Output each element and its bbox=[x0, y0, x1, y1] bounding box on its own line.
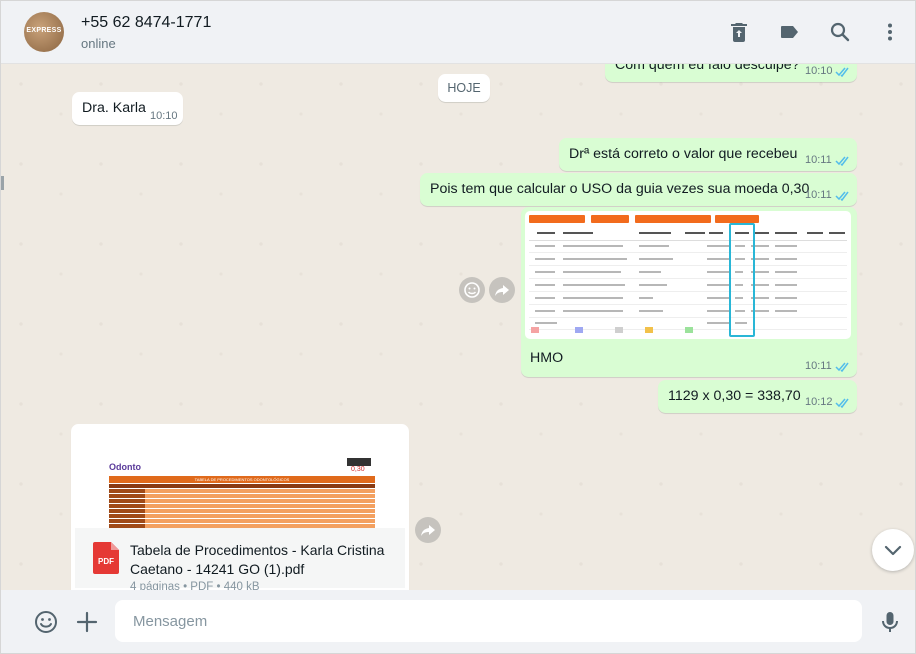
legend-swatch bbox=[575, 327, 583, 333]
pdf-icon-label: PDF bbox=[98, 557, 114, 566]
chat-header: EXPRESS +55 62 8474-1771 online bbox=[1, 1, 915, 64]
message-time: 10:10 bbox=[150, 110, 178, 122]
read-ticks-icon bbox=[835, 397, 851, 408]
preview-rows bbox=[109, 489, 375, 528]
contact-status: online bbox=[81, 36, 116, 51]
table-button-image bbox=[635, 215, 711, 223]
legend-swatch bbox=[645, 327, 653, 333]
message-time: 10:11 bbox=[805, 154, 832, 166]
search-icon[interactable] bbox=[828, 20, 852, 44]
attach-plus-icon[interactable] bbox=[74, 609, 100, 635]
avatar-logo-text: EXPRESS bbox=[26, 27, 62, 34]
message-text: Dra. Karla bbox=[82, 100, 146, 116]
table-row bbox=[529, 267, 847, 279]
read-ticks-icon bbox=[835, 155, 851, 166]
table-row bbox=[529, 306, 847, 318]
table-row bbox=[529, 254, 847, 266]
table-row bbox=[529, 293, 847, 305]
message-text: Com quem eu falo desculpe? bbox=[615, 64, 800, 73]
table-button-image bbox=[529, 215, 585, 223]
document-card[interactable]: PDF Tabela de Procedimentos - Karla Cris… bbox=[75, 528, 405, 590]
table-header-image bbox=[529, 226, 847, 241]
message-incoming-document[interactable]: Odonto 0,30 TABELA DE PROCEDIMENTOS ODON… bbox=[71, 424, 409, 590]
forward-icon[interactable] bbox=[415, 517, 441, 543]
message-outgoing-image[interactable]: HMO 10:11 bbox=[521, 207, 857, 377]
day-divider: HOJE bbox=[438, 74, 490, 102]
message-time: 10:11 bbox=[805, 189, 832, 201]
legend-swatch bbox=[685, 327, 693, 333]
preview-box bbox=[347, 458, 371, 466]
message-input[interactable] bbox=[115, 600, 862, 642]
message-incoming[interactable]: Dra. Karla 10:10 bbox=[72, 92, 183, 125]
table-row bbox=[529, 280, 847, 292]
chevron-down-icon bbox=[884, 545, 902, 556]
contact-name[interactable]: +55 62 8474-1771 bbox=[81, 14, 211, 32]
legend-swatch bbox=[531, 327, 539, 333]
message-time: 10:10 bbox=[805, 65, 833, 77]
microphone-icon[interactable] bbox=[877, 609, 903, 635]
read-ticks-icon bbox=[835, 190, 851, 201]
whatsapp-window: EXPRESS +55 62 8474-1771 online Com quem… bbox=[0, 0, 916, 654]
image-attachment[interactable] bbox=[525, 211, 851, 339]
message-text: Drª está correto o valor que recebeu bbox=[569, 146, 798, 162]
message-outgoing[interactable]: Pois tem que calcular o USO da guia veze… bbox=[420, 173, 857, 206]
table-row bbox=[529, 241, 847, 253]
preview-col bbox=[109, 489, 145, 528]
message-time: 10:12 bbox=[805, 396, 833, 408]
emoji-reaction-icon[interactable] bbox=[459, 277, 485, 303]
scroll-indicator bbox=[1, 176, 4, 190]
document-preview-header: TABELA DE PROCEDIMENTOS ODONTOLÓGICOS bbox=[109, 476, 375, 483]
preview-band bbox=[109, 484, 375, 488]
label-icon[interactable] bbox=[778, 20, 802, 44]
message-text: Pois tem que calcular o USO da guia veze… bbox=[430, 181, 810, 197]
scroll-to-bottom-button[interactable] bbox=[872, 529, 914, 571]
message-composer bbox=[1, 590, 915, 653]
delete-icon[interactable] bbox=[727, 20, 751, 44]
message-outgoing[interactable]: Drª está correto o valor que recebeu 10:… bbox=[559, 138, 857, 171]
legend-swatch bbox=[615, 327, 623, 333]
chat-area[interactable]: Com quem eu falo desculpe? 10:10 HOJE Dr… bbox=[1, 64, 915, 590]
emoji-icon[interactable] bbox=[33, 609, 59, 635]
image-caption: HMO bbox=[530, 350, 564, 366]
message-text: 1129 x 0,30 = 338,70 bbox=[668, 388, 801, 404]
forward-icon[interactable] bbox=[489, 277, 515, 303]
read-ticks-icon bbox=[835, 66, 851, 77]
message-outgoing[interactable]: 1129 x 0,30 = 338,70 10:12 bbox=[658, 380, 857, 413]
message-time: 10:11 bbox=[805, 360, 832, 372]
hmo-highlight bbox=[729, 223, 755, 337]
document-title: Tabela de Procedimentos - Karla Cristina… bbox=[130, 542, 385, 577]
message-outgoing[interactable]: Com quem eu falo desculpe? 10:10 bbox=[605, 64, 857, 82]
read-ticks-icon bbox=[835, 361, 851, 372]
pdf-file-icon: PDF bbox=[93, 542, 119, 574]
table-button-image bbox=[715, 215, 759, 223]
menu-icon[interactable] bbox=[878, 20, 902, 44]
table-button-image bbox=[591, 215, 629, 223]
avatar[interactable]: EXPRESS bbox=[24, 12, 64, 52]
document-logo: Odonto bbox=[109, 462, 141, 472]
document-preview-value: 0,30 bbox=[351, 466, 365, 473]
document-preview[interactable]: Odonto 0,30 TABELA DE PROCEDIMENTOS ODON… bbox=[75, 428, 405, 528]
document-meta: 4 páginas • PDF • 440 kB bbox=[130, 581, 260, 590]
